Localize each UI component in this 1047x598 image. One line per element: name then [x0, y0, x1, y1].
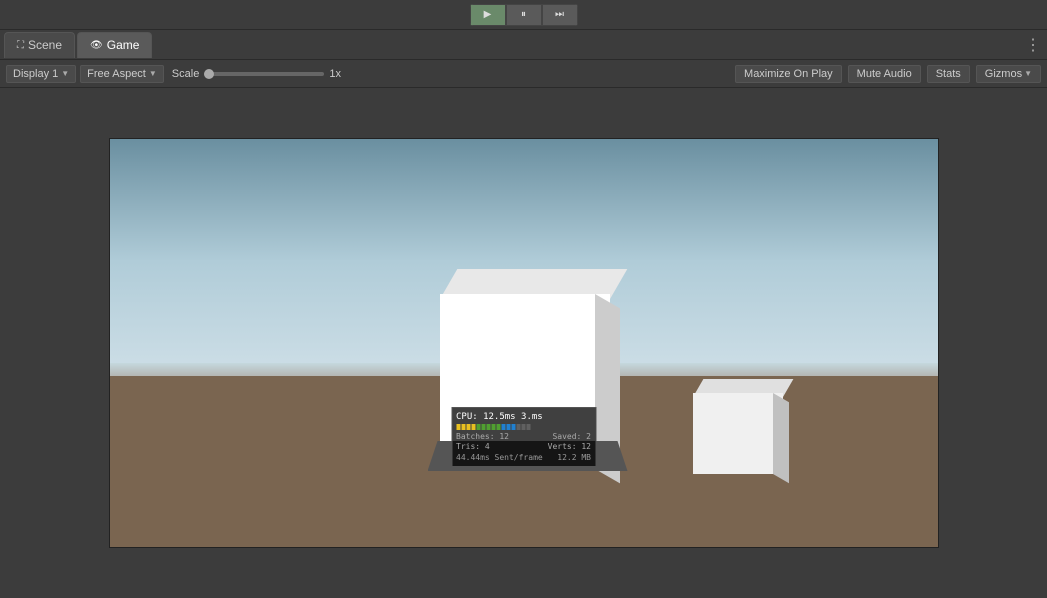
stats-footer-right: 12.2 MB — [557, 453, 591, 462]
stats-overlay: CPU: 12.5ms 3.ms Batches: 12 — [451, 407, 596, 467]
scale-group: Scale 1x — [172, 68, 346, 80]
top-toolbar: ▶ ⏸ ⏭ — [0, 0, 1047, 30]
small-cube-side — [773, 393, 789, 483]
small-cube — [693, 379, 783, 474]
stats-verts: Verts: 12 — [548, 442, 591, 451]
scale-slider[interactable] — [204, 72, 324, 76]
scale-label: Scale — [172, 68, 200, 80]
scene-icon: ⛶ — [17, 40, 24, 51]
options-bar: Display 1 ▼ Free Aspect ▼ Scale 1x Maxim… — [0, 60, 1047, 88]
stats-bar-seg-12 — [511, 424, 515, 430]
mute-audio-label: Mute Audio — [857, 68, 912, 80]
maximize-label: Maximize On Play — [744, 68, 833, 80]
stats-button[interactable]: Stats — [927, 65, 970, 83]
mute-audio-button[interactable]: Mute Audio — [848, 65, 921, 83]
tab-game[interactable]: 👁 Game — [77, 32, 152, 58]
aspect-label: Free Aspect — [87, 68, 146, 80]
stats-bar-seg-13 — [516, 424, 520, 430]
stats-footer-left: 44.44ms Sent/frame — [456, 453, 543, 462]
stats-title: CPU: 12.5ms 3.ms — [456, 412, 591, 422]
pause-button[interactable]: ⏸ — [506, 4, 542, 26]
gizmos-button[interactable]: Gizmos ▼ — [976, 65, 1041, 83]
stats-label: Stats — [936, 68, 961, 80]
gizmos-label: Gizmos — [985, 68, 1022, 80]
display-dropdown[interactable]: Display 1 ▼ — [6, 65, 76, 83]
playback-controls: ▶ ⏸ ⏭ — [470, 4, 578, 26]
main-content: CPU: 12.5ms 3.ms Batches: 12 — [0, 88, 1047, 598]
stats-bar-seg-1 — [456, 424, 460, 430]
stats-saved: Saved: 2 — [552, 432, 591, 441]
scale-value: 1x — [329, 68, 345, 80]
aspect-arrow-icon: ▼ — [149, 69, 157, 78]
play-button[interactable]: ▶ — [470, 4, 506, 26]
stats-bar-seg-7 — [486, 424, 490, 430]
stats-bar-seg-4 — [471, 424, 475, 430]
tab-scene-label: Scene — [28, 38, 62, 52]
small-cube-front — [693, 393, 783, 474]
stats-bar-seg-10 — [501, 424, 505, 430]
tab-scene[interactable]: ⛶ Scene — [4, 32, 75, 58]
tab-game-label: Game — [107, 38, 140, 52]
stats-footer: 44.44ms Sent/frame 12.2 MB — [456, 453, 591, 462]
aspect-dropdown[interactable]: Free Aspect ▼ — [80, 65, 164, 83]
stats-row-2: Tris: 4 Verts: 12 — [456, 442, 591, 451]
tab-bar: ⛶ Scene 👁 Game ⋮ — [0, 30, 1047, 60]
tab-more-button[interactable]: ⋮ — [1025, 35, 1041, 55]
step-button[interactable]: ⏭ — [542, 4, 578, 26]
game-icon: 👁 — [90, 40, 103, 51]
gizmos-arrow-icon: ▼ — [1024, 69, 1032, 78]
display-arrow-icon: ▼ — [61, 69, 69, 78]
stats-bar-seg-15 — [526, 424, 530, 430]
stats-bar-seg-2 — [461, 424, 465, 430]
maximize-button[interactable]: Maximize On Play — [735, 65, 842, 83]
stats-bar-seg-6 — [481, 424, 485, 430]
display-label: Display 1 — [13, 68, 58, 80]
stats-bar-seg-14 — [521, 424, 525, 430]
game-viewport: CPU: 12.5ms 3.ms Batches: 12 — [109, 138, 939, 548]
stats-batches: Batches: 12 — [456, 432, 509, 441]
stats-bar-row — [456, 424, 591, 430]
stats-bar-seg-9 — [496, 424, 500, 430]
stats-bar-seg-8 — [491, 424, 495, 430]
stats-bar-seg-5 — [476, 424, 480, 430]
stats-tris: Tris: 4 — [456, 442, 490, 451]
stats-bar-seg-11 — [506, 424, 510, 430]
stats-bar-seg-3 — [466, 424, 470, 430]
stats-row-1: Batches: 12 Saved: 2 — [456, 432, 591, 441]
